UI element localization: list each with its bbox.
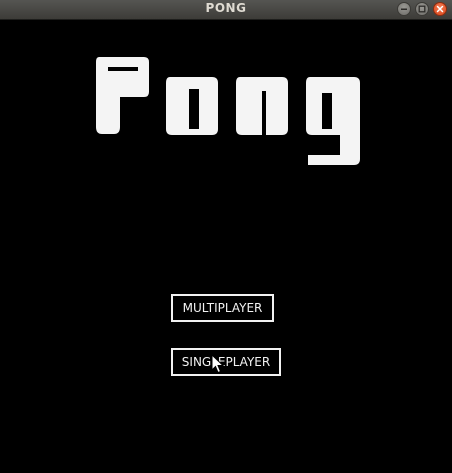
singleplayer-button[interactable]: SINGLEPLAYER (171, 348, 281, 376)
close-icon[interactable] (433, 2, 447, 16)
maximize-icon[interactable] (415, 2, 429, 16)
multiplayer-button[interactable]: MULTIPLAYER (171, 294, 274, 322)
minimize-icon[interactable] (397, 2, 411, 16)
mouse-cursor-icon (211, 354, 225, 374)
window-title: PONG (205, 1, 247, 15)
game-canvas[interactable]: MULTIPLAYER SINGLEPLAYER (0, 20, 452, 473)
pong-logo (96, 57, 360, 165)
title-bar[interactable]: PONG (0, 0, 452, 20)
game-window: PONG MULTIPLAYER SINGLEPLAYER (0, 0, 452, 473)
